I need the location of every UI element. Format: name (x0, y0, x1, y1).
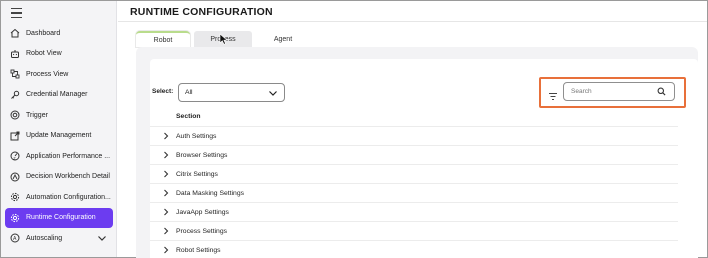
search-input[interactable]: Search (563, 82, 675, 101)
chevron-right-icon[interactable] (162, 246, 170, 254)
settings-table: Section Auth Settings Browser Settings C… (150, 107, 678, 258)
chevron-right-icon[interactable] (162, 189, 170, 197)
chevron-right-icon[interactable] (162, 132, 170, 140)
sidebar-nav: Dashboard Robot View Process View Creden… (5, 23, 113, 249)
sidebar-item-automation-configuration[interactable]: Automation Configuration... (5, 187, 113, 208)
table-row[interactable]: JavaApp Settings (150, 203, 678, 222)
row-label: Data Masking Settings (176, 189, 245, 197)
home-icon (9, 27, 21, 39)
table-row[interactable]: Data Masking Settings (150, 184, 678, 203)
row-label: Auth Settings (176, 132, 217, 140)
sidebar-item-credential-manager[interactable]: Credential Manager (5, 85, 113, 106)
sidebar-item-update-management[interactable]: Update Management (5, 126, 113, 147)
robot-icon (9, 48, 21, 60)
table-row[interactable]: Citrix Settings (150, 165, 678, 184)
chevron-down-icon (268, 88, 278, 98)
gauge-icon: Z (9, 150, 21, 162)
table-header-section: Section (150, 107, 678, 127)
sidebar: Dashboard Robot View Process View Creden… (1, 1, 117, 257)
autoscaling-icon: A (9, 232, 21, 244)
table-row[interactable]: Robot Settings (150, 241, 678, 258)
select-label: Select: (152, 88, 174, 95)
svg-text:A: A (13, 236, 17, 242)
sidebar-item-label: Credential Manager (26, 91, 88, 99)
decision-icon (9, 171, 21, 183)
mouse-cursor-icon (219, 33, 228, 45)
sidebar-item-label: Automation Configuration... (26, 193, 111, 201)
process-icon (9, 68, 21, 80)
section-select[interactable]: All (178, 83, 285, 102)
row-label: JavaApp Settings (176, 208, 229, 216)
sidebar-item-runtime-configuration[interactable]: Runtime Configuration (5, 207, 113, 228)
sidebar-item-label: Process View (26, 70, 69, 78)
table-row[interactable]: Browser Settings (150, 146, 678, 165)
sidebar-item-process-view[interactable]: Process View (5, 64, 113, 85)
hamburger-icon[interactable] (11, 8, 23, 20)
sidebar-item-label: Application Performance ... (26, 152, 111, 160)
chevron-right-icon[interactable] (162, 170, 170, 178)
sidebar-item-robot-view[interactable]: Robot View (5, 44, 113, 65)
row-label: Citrix Settings (176, 170, 218, 178)
tab-agent[interactable]: Agent (256, 31, 310, 47)
search-placeholder: Search (571, 88, 592, 95)
content-panel: Select: All Search Section Auth Settings… (136, 47, 698, 258)
sidebar-item-dashboard[interactable]: Dashboard (5, 23, 113, 44)
sidebar-item-decision-workbench[interactable]: Decision Workbench Detail (5, 167, 113, 188)
page-title: RUNTIME CONFIGURATION (130, 6, 273, 18)
chevron-down-icon[interactable] (97, 233, 107, 243)
sidebar-item-application-performance[interactable]: Z Application Performance ... (5, 146, 113, 167)
sidebar-item-label: Decision Workbench Detail (26, 173, 110, 181)
search-icon[interactable] (657, 87, 666, 96)
update-icon (9, 130, 21, 142)
trigger-icon (9, 109, 21, 121)
settings-card: Select: All Search Section Auth Settings… (150, 59, 698, 258)
sidebar-item-trigger[interactable]: Trigger (5, 105, 113, 126)
row-label: Process Settings (176, 227, 227, 235)
sidebar-item-label: Dashboard (26, 29, 61, 37)
tab-robot[interactable]: Robot (136, 31, 190, 47)
sidebar-item-label: Robot View (26, 50, 62, 58)
row-label: Robot Settings (176, 246, 221, 254)
chevron-right-icon[interactable] (162, 208, 170, 216)
select-value: All (185, 89, 193, 96)
row-label: Browser Settings (176, 151, 228, 159)
runtime-gear-icon (9, 212, 21, 224)
sidebar-item-label: Update Management (26, 132, 92, 140)
divider (118, 21, 707, 22)
key-icon (9, 89, 21, 101)
filter-icon[interactable] (548, 88, 558, 100)
table-row[interactable]: Process Settings (150, 222, 678, 241)
sidebar-item-label: Runtime Configuration (26, 214, 96, 222)
table-row[interactable]: Auth Settings (150, 127, 678, 146)
gear-icon (9, 191, 21, 203)
sidebar-item-autoscaling[interactable]: A Autoscaling (5, 228, 113, 249)
chevron-right-icon[interactable] (162, 151, 170, 159)
sidebar-item-label: Autoscaling (26, 234, 63, 242)
sidebar-item-label: Trigger (26, 111, 48, 119)
chevron-right-icon[interactable] (162, 227, 170, 235)
